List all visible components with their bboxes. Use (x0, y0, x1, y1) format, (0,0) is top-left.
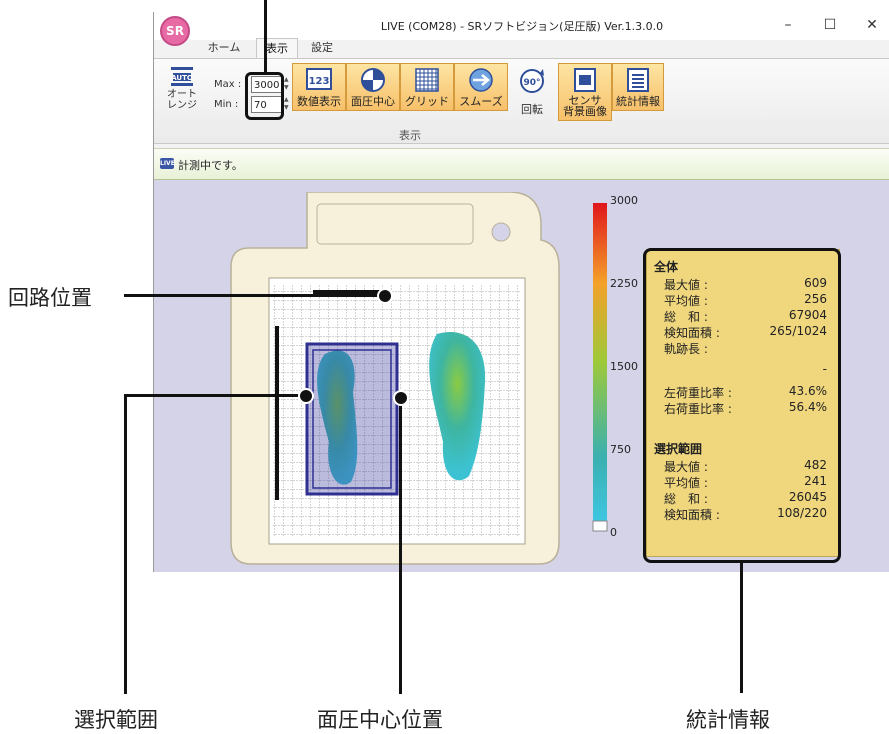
svg-text:AUTO: AUTO (171, 74, 193, 82)
status-text: 計測中です。 (178, 159, 243, 172)
sensor-label-2: 背景画像 (563, 105, 607, 118)
circuit-left-bar (275, 326, 279, 500)
callout-line-circuit (124, 294, 384, 297)
color-scale-bar (592, 203, 608, 532)
callout-dot-selection (298, 388, 314, 404)
auto-range-icon: AUTO (171, 67, 193, 86)
scale-label-max: 3000 (610, 194, 638, 207)
callout-label-center: 面圧中心位置 (317, 708, 443, 732)
board-hole (491, 222, 511, 242)
sensor-background-icon (574, 68, 596, 92)
numeric-display-label: 数値表示 (297, 95, 341, 108)
callout-label-statistics: 統計情報 (686, 708, 770, 732)
numeric-display-button[interactable]: 123 数値表示 (292, 63, 346, 111)
min-spinner[interactable]: ▲ ▼ (284, 96, 291, 113)
tab-view[interactable]: 表示 (256, 38, 298, 59)
pressure-center-icon (361, 68, 385, 92)
scale-label-min: 0 (610, 526, 617, 539)
auto-range-label-2: レンジ (167, 100, 197, 111)
ribbon-group-label: 表示 (399, 129, 421, 142)
max-label: Max : (214, 79, 242, 90)
scale-label-750: 750 (610, 443, 631, 456)
callout-dot-center (393, 390, 409, 406)
callout-line-center (399, 400, 402, 694)
callout-label-selection: 選択範囲 (74, 708, 158, 732)
smooth-label: スムーズ (459, 95, 503, 108)
max-spinner[interactable]: ▲ ▼ (284, 76, 291, 93)
tab-settings[interactable]: 設定 (302, 38, 342, 58)
status-bar: LIVE 計測中です。 (154, 148, 889, 180)
scale-label-2250: 2250 (610, 277, 638, 290)
svg-text:90°: 90° (523, 78, 540, 88)
sensor-background-button[interactable]: センサ 背景画像 (558, 63, 612, 121)
board-handle (316, 203, 474, 245)
pressure-center-button[interactable]: 面圧中心 (346, 63, 400, 111)
callout-line-selection-h (124, 394, 309, 397)
statistics-label: 統計情報 (616, 95, 660, 108)
numeric-icon: 123 (306, 68, 332, 90)
rotate-icon: 90° (520, 69, 544, 93)
callout-dot-circuit (377, 288, 393, 304)
selection-rectangle[interactable] (305, 342, 399, 496)
callout-line-selection-v (124, 394, 127, 694)
live-badge-icon: LIVE (160, 158, 175, 169)
callout-frame-range-inputs (245, 72, 284, 120)
grid-label: グリッド (405, 95, 449, 108)
statistics-button[interactable]: 統計情報 (612, 63, 664, 111)
rotate-label: 回転 (521, 103, 543, 116)
callout-line-max-range (264, 0, 267, 73)
smooth-button[interactable]: スムーズ (454, 63, 508, 111)
statistics-icon (627, 68, 649, 92)
callout-label-circuit: 回路位置 (8, 286, 92, 310)
rotate-button[interactable]: 90° 回転 (510, 67, 554, 115)
smooth-icon (469, 68, 493, 92)
callout-frame-statistics (643, 248, 841, 563)
auto-range-label-1: オート (167, 89, 197, 100)
grid-button[interactable]: グリッド (400, 63, 454, 111)
min-label: Min : (214, 99, 239, 110)
auto-range-button[interactable]: AUTO オート レンジ (162, 65, 202, 111)
tab-home[interactable]: ホーム (198, 38, 250, 58)
grid-icon (415, 68, 439, 92)
scale-label-1500: 1500 (610, 360, 638, 373)
ribbon-group-view: AUTO オート レンジ Max : 3000 ▲ ▼ Min : 70 ▲ ▼ 1… (156, 59, 664, 143)
minimize-button[interactable]: – (770, 14, 806, 36)
close-button[interactable]: ✕ (854, 14, 889, 36)
pressure-center-label: 面圧中心 (351, 95, 395, 108)
callout-line-statistics (740, 563, 743, 693)
maximize-button[interactable]: ☐ (812, 14, 848, 36)
svg-text:123: 123 (309, 76, 330, 87)
